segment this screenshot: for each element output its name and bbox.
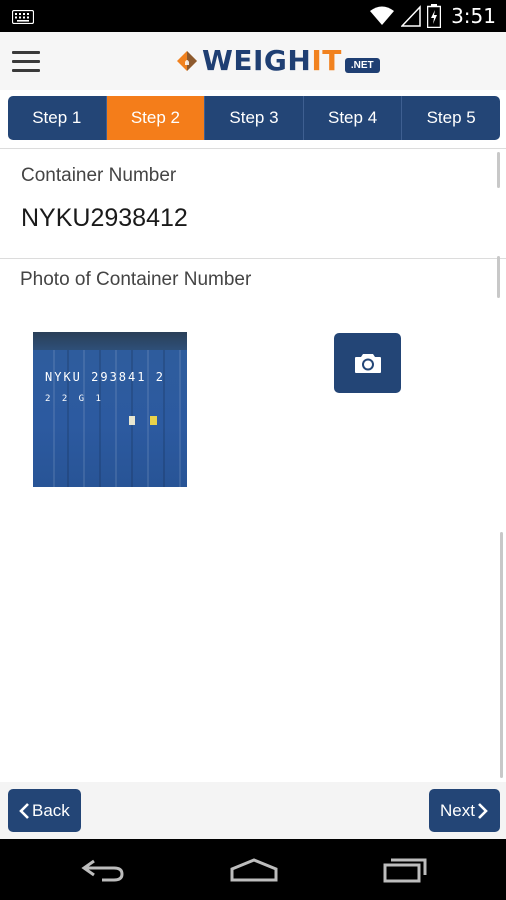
keyboard-icon (12, 10, 34, 24)
next-label: Next (440, 800, 475, 820)
tab-step-5[interactable]: Step 5 (402, 96, 500, 140)
chevron-right-icon (478, 802, 488, 819)
tab-step-2[interactable]: Step 2 (106, 96, 206, 140)
tab-step-3[interactable]: Step 3 (205, 96, 304, 140)
wifi-icon (370, 6, 395, 25)
divider (0, 148, 506, 149)
chevron-left-icon (19, 802, 29, 819)
back-button[interactable]: Back (8, 789, 81, 832)
container-number-label: Container Number (21, 165, 177, 186)
camera-icon (354, 354, 381, 373)
system-nav-bar (0, 839, 506, 900)
container-number-value[interactable]: NYKU2938412 (21, 204, 188, 233)
tab-step-4[interactable]: Step 4 (304, 96, 403, 140)
logo-wordmark: WEIGHIT (202, 44, 342, 77)
status-bar: 3:51 (0, 0, 506, 32)
divider (0, 258, 506, 259)
recents-nav-icon[interactable] (382, 857, 428, 883)
field-scrollbar[interactable] (497, 256, 500, 298)
hamburger-menu-icon[interactable] (12, 51, 40, 73)
back-nav-icon[interactable] (80, 857, 126, 883)
photo-label: Photo of Container Number (20, 269, 252, 290)
status-time: 3:51 (451, 4, 496, 28)
photo-container-code: 2 2 G 1 (45, 394, 104, 404)
steps-tabbar: Step 1 Step 2 Step 3 Step 4 Step 5 (8, 96, 500, 140)
signal-icon (401, 5, 421, 27)
photo-container-marking: NYKU 293841 2 (45, 370, 165, 384)
next-button[interactable]: Next (429, 789, 500, 832)
logo-diamond-icon (177, 51, 197, 71)
app-logo: WEIGHIT .NET (176, 45, 380, 77)
app-bar: WEIGHIT .NET (0, 32, 506, 90)
battery-icon (427, 4, 442, 28)
container-photo[interactable]: NYKU 293841 2 2 2 G 1 (33, 332, 187, 487)
logo-suffix: .NET (344, 57, 380, 73)
home-nav-icon[interactable] (229, 857, 279, 883)
take-photo-button[interactable] (334, 333, 401, 393)
field-scrollbar[interactable] (497, 152, 500, 188)
page-scrollbar[interactable] (500, 532, 503, 778)
tab-step-1[interactable]: Step 1 (8, 96, 107, 140)
back-label: Back (32, 800, 70, 820)
